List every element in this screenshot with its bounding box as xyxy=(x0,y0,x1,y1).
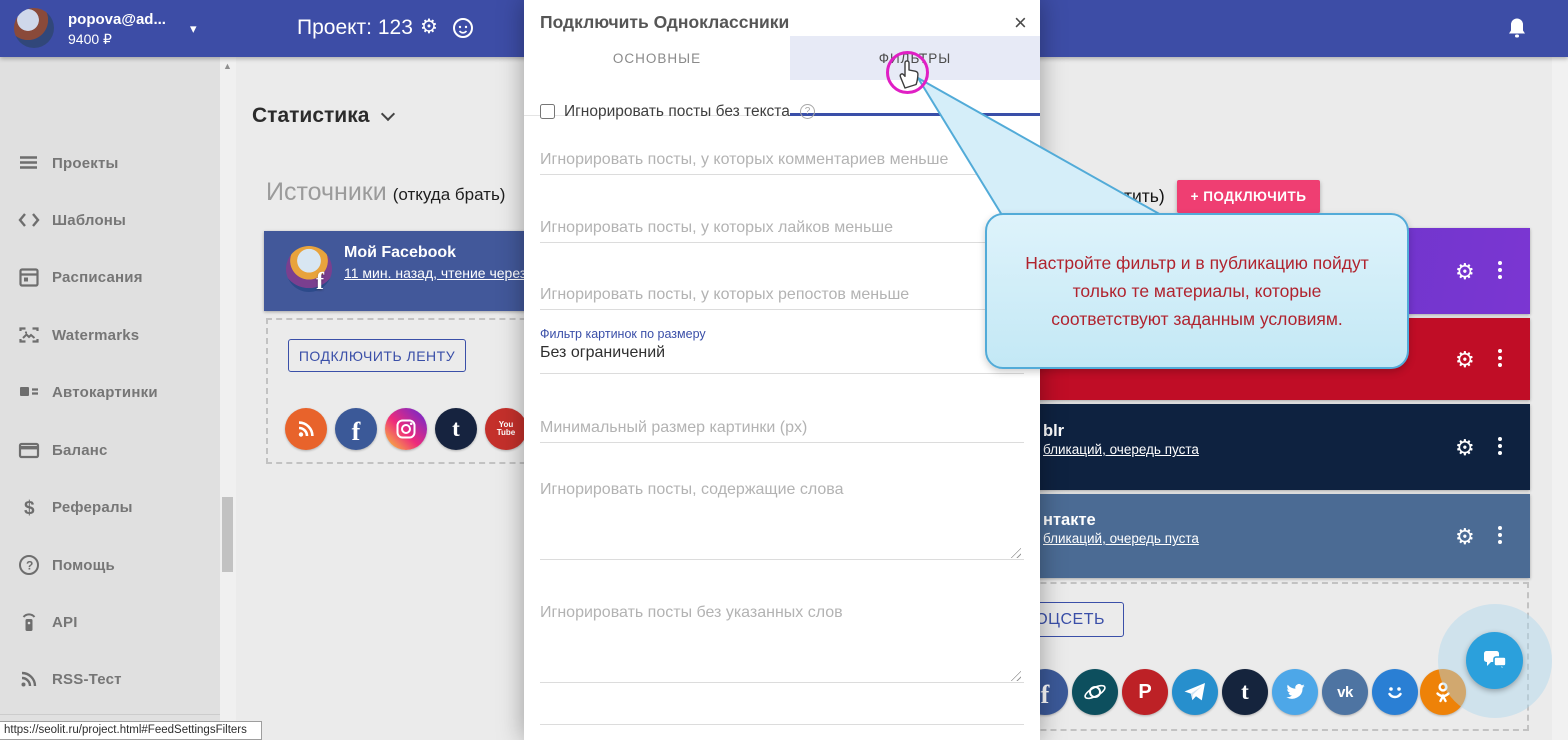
gear-icon[interactable]: ⚙ xyxy=(1455,524,1475,550)
help-icon[interactable]: ? xyxy=(800,104,815,119)
card-icon xyxy=(17,438,41,462)
telegram-icon[interactable] xyxy=(1172,669,1218,715)
kebab-menu-icon[interactable] xyxy=(1498,349,1502,370)
image-list-icon xyxy=(17,380,41,404)
chat-bubbles-icon xyxy=(1480,646,1510,676)
sidebar-item-rss-test[interactable]: RSS-Тест xyxy=(0,659,220,699)
ignore-without-words-textarea[interactable] xyxy=(540,598,1024,683)
pinterest-icon[interactable]: P xyxy=(1122,669,1168,715)
user-menu-caret-icon[interactable]: ▾ xyxy=(190,21,197,37)
facebook-source-status-link[interactable]: 11 мин. назад, чтение через xyxy=(344,265,526,281)
kebab-menu-icon[interactable] xyxy=(1498,526,1502,547)
user-avatar[interactable] xyxy=(14,8,54,48)
min-comments-input[interactable] xyxy=(540,145,1024,175)
calendar-icon xyxy=(17,265,41,289)
image-filter-select[interactable]: Без ограничений xyxy=(540,344,1024,374)
dollar-icon: $ xyxy=(17,495,41,519)
facebook-source-avatar xyxy=(286,246,332,292)
chevron-down-icon xyxy=(381,107,395,121)
sidebar-item-watermarks[interactable]: Watermarks xyxy=(0,315,220,355)
tooltip-text: Настройте фильтр и в публикацию пойдут т… xyxy=(1021,249,1373,333)
user-email: popova@ad... xyxy=(68,11,166,28)
extra-filter-input[interactable] xyxy=(540,695,1024,725)
connect-odnoklassniki-dialog: Подключить Одноклассники × ОСНОВНЫЕ ФИЛЬ… xyxy=(524,0,1040,740)
sidebar-nav: Проекты Шаблоны Расписания Watermarks Ав… xyxy=(0,57,220,740)
vk-icon[interactable]: vk xyxy=(1322,669,1368,715)
rss-icon[interactable] xyxy=(285,408,327,450)
tumblr-icon[interactable]: t xyxy=(1222,669,1268,715)
card-title-fragment: нтакте xyxy=(1043,511,1096,530)
connect-feed-button[interactable]: ПОДКЛЮЧИТЬ ЛЕНТУ xyxy=(288,339,466,372)
dialog-tabs: ОСНОВНЫЕ ФИЛЬТРЫ xyxy=(524,36,1040,80)
question-icon: ? xyxy=(17,553,41,577)
ignore-with-words-textarea[interactable] xyxy=(540,475,1024,560)
sidebar-item-help[interactable]: ? Помощь xyxy=(0,545,220,585)
livejournal-icon[interactable] xyxy=(1072,669,1118,715)
gear-icon[interactable]: ⚙ xyxy=(1455,259,1475,285)
rss-icon xyxy=(17,667,41,691)
card-queue-link[interactable]: бликаций, очередь пуста xyxy=(1043,442,1199,457)
tab-basic[interactable]: ОСНОВНЫЕ xyxy=(524,36,790,80)
project-settings-gear-icon[interactable]: ⚙ xyxy=(420,16,438,38)
facebook-badge-icon: f xyxy=(316,269,324,296)
sidebar-item-referrals[interactable]: $ Рефералы xyxy=(0,487,220,527)
dialog-title: Подключить Одноклассники xyxy=(540,12,789,33)
gear-icon[interactable]: ⚙ xyxy=(1455,347,1475,373)
ignore-no-text-checkbox[interactable] xyxy=(540,104,555,119)
project-face-icon[interactable] xyxy=(452,17,474,39)
sidebar-item-autoimages[interactable]: Автокартинки xyxy=(0,372,220,412)
facebook-icon[interactable]: f xyxy=(335,408,377,450)
active-tab-indicator xyxy=(790,113,1040,116)
scroll-up-icon[interactable]: ▲ xyxy=(223,61,232,71)
app-root: Статистика Источники (откуда брать) f Мой… xyxy=(0,0,1568,740)
code-icon xyxy=(17,208,41,232)
image-icon xyxy=(17,323,41,347)
kebab-menu-icon[interactable] xyxy=(1498,437,1502,458)
close-icon[interactable]: × xyxy=(1014,10,1027,36)
youtube-icon[interactable]: YouTube xyxy=(485,408,527,450)
tooltip-bubble: Настройте фильтр и в публикацию пойдут т… xyxy=(985,213,1409,369)
svg-text:$: $ xyxy=(24,498,35,519)
facebook-source-card[interactable]: f Мой Facebook 11 мин. назад, чтение чер… xyxy=(264,231,554,311)
antenna-icon xyxy=(17,610,41,634)
min-likes-input[interactable] xyxy=(540,213,1024,243)
stats-heading-label: Статистика xyxy=(252,104,369,127)
sources-heading: Источники (откуда брать) xyxy=(266,178,505,207)
gear-icon[interactable]: ⚙ xyxy=(1455,435,1475,461)
sidebar-item-templates[interactable]: Шаблоны xyxy=(0,200,220,240)
user-balance: 9400 ₽ xyxy=(68,31,112,48)
moymir-icon[interactable] xyxy=(1372,669,1418,715)
instagram-icon[interactable] xyxy=(385,408,427,450)
facebook-source-title: Мой Facebook xyxy=(344,244,456,262)
sidebar-item-api[interactable]: API xyxy=(0,602,220,642)
hand-cursor-icon xyxy=(894,56,924,90)
page-scrollbar[interactable] xyxy=(1552,57,1568,740)
min-reposts-input[interactable] xyxy=(540,280,1024,310)
min-image-size-input[interactable] xyxy=(540,413,1024,443)
sidebar-item-schedules[interactable]: Расписания xyxy=(0,257,220,297)
sidebar-scrollbar[interactable]: ▲ xyxy=(220,57,236,740)
twitter-icon[interactable] xyxy=(1272,669,1318,715)
connect-social-button[interactable]: + ПОДКЛЮЧИТЬ xyxy=(1177,180,1320,213)
tumblr-icon[interactable]: t xyxy=(435,408,477,450)
card-title-fragment: blr xyxy=(1043,422,1064,441)
list-icon xyxy=(17,151,41,175)
chat-widget-button[interactable] xyxy=(1466,632,1523,689)
ignore-no-text-label: Игнорировать посты без текста xyxy=(564,103,790,121)
image-filter-label: Фильтр картинок по размеру xyxy=(540,327,706,341)
targets-heading-fragment: тить) xyxy=(1124,186,1165,207)
card-queue-link[interactable]: бликаций, очередь пуста xyxy=(1043,531,1199,546)
sidebar-item-projects[interactable]: Проекты xyxy=(0,143,220,183)
notifications-bell-icon[interactable] xyxy=(1505,15,1529,41)
sources-hint: (откуда брать) xyxy=(393,185,506,204)
sidebar-divider xyxy=(0,714,220,715)
kebab-menu-icon[interactable] xyxy=(1498,261,1502,282)
scrollbar-thumb[interactable] xyxy=(222,497,233,572)
sidebar-item-balance[interactable]: Баланс xyxy=(0,430,220,470)
status-bar-url: https://seolit.ru/project.html#FeedSetti… xyxy=(0,721,262,740)
stats-heading[interactable]: Статистика xyxy=(252,104,393,128)
svg-text:?: ? xyxy=(26,559,33,573)
project-title: Проект: 123 xyxy=(297,16,413,40)
sources-title: Источники xyxy=(266,178,387,206)
